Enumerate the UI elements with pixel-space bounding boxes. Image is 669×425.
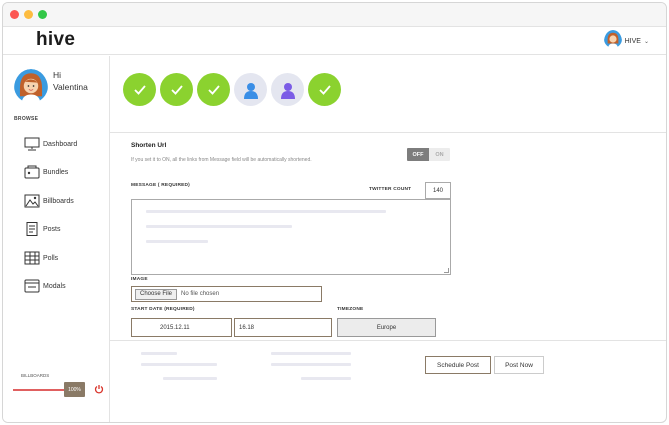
step-complete[interactable] — [197, 73, 230, 106]
shorten-url-toggle[interactable]: OFF ON — [407, 148, 450, 161]
sidebar: Hi Valentina BROWSE Dashboard Bundles Bi… — [3, 56, 110, 422]
step-complete[interactable] — [308, 73, 341, 106]
grid-icon — [24, 251, 40, 265]
placeholder-line — [146, 210, 386, 213]
user-avatar — [14, 69, 48, 108]
sidebar-item-dashboard[interactable]: Dashboard — [24, 135, 77, 153]
start-date-field[interactable]: 2015.12.11 — [131, 318, 232, 337]
message-label: MESSAGE ( REQUIRED) — [131, 183, 190, 188]
image-icon — [24, 194, 40, 208]
greeting-hi: Hi — [53, 70, 62, 80]
placeholder-line — [163, 377, 217, 380]
placeholder-line — [271, 352, 351, 355]
monitor-icon — [24, 137, 40, 151]
app-window: hive HIVE ⌄ Hi Valentina BROWSE Dashboar… — [2, 2, 667, 423]
sidebar-item-label: Dashboard — [43, 140, 78, 148]
section-divider — [110, 340, 666, 341]
power-icon[interactable] — [94, 384, 104, 394]
sidebar-item-label: Posts — [43, 225, 61, 233]
header-avatar — [603, 29, 622, 53]
toggle-on-option[interactable]: ON — [429, 148, 450, 161]
close-window-button[interactable] — [10, 10, 19, 19]
timezone-label: TIMEZONE — [337, 307, 364, 312]
window-titlebar — [3, 3, 666, 27]
chevron-down-icon: ⌄ — [643, 38, 649, 45]
minimize-window-button[interactable] — [24, 10, 33, 19]
step-pending[interactable] — [271, 73, 304, 106]
user-greeting: Hi Valentina — [53, 69, 88, 93]
step-complete[interactable] — [160, 73, 193, 106]
placeholder-line — [271, 363, 351, 366]
progress-steps — [123, 73, 341, 106]
user-menu-label: HIVE — [624, 37, 641, 45]
check-icon — [133, 84, 146, 95]
bundle-icon — [24, 165, 40, 179]
choose-file-button[interactable]: Choose File — [135, 288, 178, 300]
check-icon — [170, 84, 183, 95]
sidebar-item-label: Bundles — [43, 168, 69, 176]
resize-handle[interactable] — [444, 268, 449, 273]
placeholder-line — [141, 363, 217, 366]
sidebar-item-modals[interactable]: Modals — [24, 277, 66, 295]
step-complete[interactable] — [123, 73, 156, 106]
sidebar-item-label: Polls — [43, 254, 59, 262]
toggle-off-option[interactable]: OFF — [407, 148, 429, 161]
placeholder-line — [146, 240, 208, 243]
placeholder-line — [301, 377, 351, 380]
sidebar-item-posts[interactable]: Posts — [24, 220, 61, 238]
sidebar-item-label: Modals — [43, 282, 66, 290]
timezone-select[interactable]: Europe — [337, 318, 436, 337]
check-icon — [318, 84, 331, 95]
start-time-field[interactable]: 16.18 — [234, 318, 332, 337]
image-label: IMAGE — [131, 277, 148, 282]
message-textarea[interactable] — [131, 199, 451, 275]
document-icon — [26, 222, 38, 236]
schedule-post-button[interactable]: Schedule Post — [425, 356, 491, 374]
app-logo: hive — [36, 29, 76, 50]
shorten-url-title: Shorten Url — [131, 142, 167, 149]
sidebar-item-label: Billboards — [43, 197, 74, 205]
shorten-url-help: If you set it to ON, all the links from … — [131, 157, 312, 163]
billboards-slider-label: BILLBOARDS — [21, 373, 50, 378]
twitter-count-value: 140 — [425, 182, 451, 199]
sidebar-item-billboards[interactable]: Billboards — [24, 192, 74, 210]
start-date-label: START DATE (REQUIRED) — [131, 307, 195, 312]
post-now-button[interactable]: Post Now — [494, 356, 544, 374]
maximize-window-button[interactable] — [38, 10, 47, 19]
billboards-slider-handle[interactable]: 100% — [64, 382, 85, 397]
image-file-input[interactable]: Choose File No file chosen — [131, 286, 322, 302]
file-status: No file chosen — [181, 291, 220, 297]
placeholder-line — [141, 352, 177, 355]
browse-section-label: BROWSE — [14, 116, 39, 122]
top-bar: hive HIVE ⌄ — [3, 27, 666, 55]
user-menu[interactable]: HIVE ⌄ — [603, 29, 649, 53]
user-icon — [280, 82, 295, 99]
user-icon — [243, 82, 258, 99]
sidebar-item-polls[interactable]: Polls — [24, 249, 58, 267]
twitter-count-label: TWITTER COUNT — [369, 187, 412, 192]
step-pending[interactable] — [234, 73, 267, 106]
placeholder-line — [146, 225, 292, 228]
check-icon — [207, 84, 220, 95]
sidebar-item-bundles[interactable]: Bundles — [24, 163, 68, 181]
section-divider — [110, 132, 666, 133]
greeting-name: Valentina — [53, 82, 88, 92]
window-icon — [24, 279, 40, 293]
